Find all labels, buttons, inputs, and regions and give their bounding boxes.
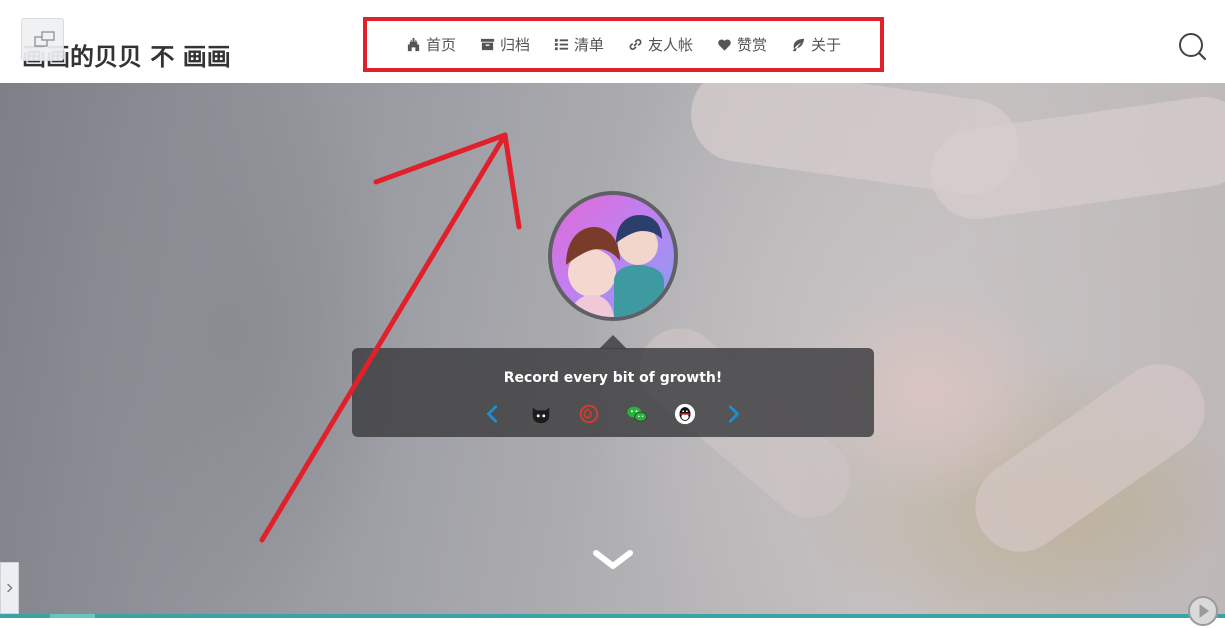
bottom-progress-segment bbox=[50, 614, 95, 618]
bottom-progress-bar bbox=[0, 614, 1225, 618]
nav-item-label: 友人帐 bbox=[648, 36, 694, 54]
nav-item-label: 清单 bbox=[573, 36, 604, 54]
profile-card: Record every bit of growth! bbox=[352, 348, 874, 437]
avatar-illustration bbox=[566, 215, 664, 317]
social-wechat[interactable] bbox=[625, 402, 649, 426]
floating-widget-button[interactable] bbox=[21, 18, 64, 61]
archive-icon bbox=[480, 38, 495, 51]
chevron-right-icon bbox=[728, 405, 739, 423]
nav-item-label: 归档 bbox=[499, 36, 530, 54]
site-header: 画画的贝贝 不 画画 首页 归档 清单 友人帐 赞赏 关于 bbox=[0, 0, 1225, 83]
music-play-button[interactable] bbox=[1188, 596, 1218, 626]
card-pointer bbox=[599, 335, 627, 349]
nav-item-archive[interactable]: 归档 bbox=[480, 33, 530, 57]
nav-item-friends[interactable]: 友人帐 bbox=[628, 33, 693, 57]
window-restore-icon bbox=[34, 31, 55, 47]
play-icon bbox=[1199, 604, 1210, 618]
social-github[interactable] bbox=[529, 402, 553, 426]
social-next-button[interactable] bbox=[721, 402, 745, 426]
leaf-icon bbox=[792, 38, 805, 52]
wechat-icon bbox=[627, 406, 648, 422]
hero-decor-arm bbox=[957, 346, 1223, 570]
social-links bbox=[352, 402, 874, 426]
nav-item-label: 赞赏 bbox=[737, 36, 768, 54]
nav-item-about[interactable]: 关于 bbox=[791, 33, 841, 57]
chevron-right-icon bbox=[6, 583, 13, 593]
qq-icon bbox=[674, 403, 696, 425]
netease-music-icon bbox=[579, 404, 599, 424]
github-icon bbox=[532, 407, 550, 424]
social-prev-button[interactable] bbox=[481, 402, 505, 426]
main-nav: 首页 归档 清单 友人帐 赞赏 关于 bbox=[367, 21, 880, 68]
motto-text: Record every bit of growth! bbox=[503, 370, 723, 386]
side-drawer-toggle[interactable] bbox=[0, 562, 19, 614]
list-icon bbox=[554, 38, 569, 51]
social-netease-music[interactable] bbox=[577, 402, 601, 426]
avatar[interactable] bbox=[548, 191, 678, 321]
castle-icon bbox=[407, 37, 420, 52]
chevron-left-icon bbox=[487, 405, 498, 423]
social-qq[interactable] bbox=[673, 402, 697, 426]
nav-item-donate[interactable]: 赞赏 bbox=[717, 33, 767, 57]
nav-item-label: 关于 bbox=[811, 36, 842, 54]
heart-icon bbox=[718, 39, 731, 51]
nav-item-list[interactable]: 清单 bbox=[554, 33, 604, 57]
chevron-down-icon[interactable] bbox=[593, 548, 633, 572]
nav-item-label: 首页 bbox=[425, 36, 456, 54]
search-icon[interactable] bbox=[1177, 31, 1207, 61]
link-icon bbox=[629, 39, 642, 50]
nav-highlight-box: 首页 归档 清单 友人帐 赞赏 关于 bbox=[363, 17, 884, 72]
nav-item-home[interactable]: 首页 bbox=[406, 33, 456, 57]
